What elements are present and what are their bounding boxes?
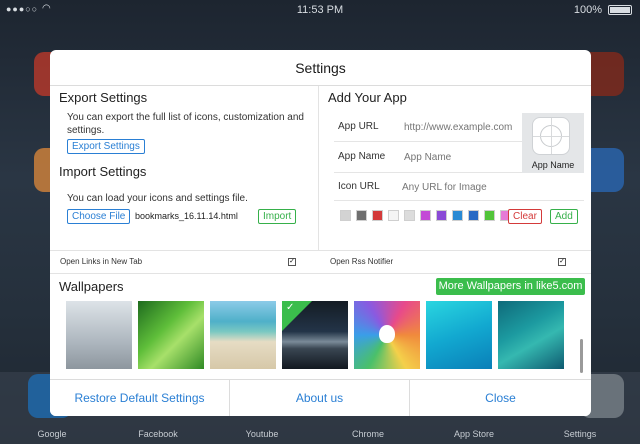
dock-label-app-store: App Store [453,429,495,439]
color-swatch[interactable] [468,210,479,221]
dock-label-google: Google [37,429,67,439]
color-swatch[interactable] [372,210,383,221]
wallpaper-thumbnail-selected[interactable]: ✓ [282,301,348,369]
dock-label-facebook: Facebook [138,429,178,439]
export-description: You can export the full list of icons, c… [67,112,304,136]
open-rss-checkbox[interactable]: ✓ [558,258,566,266]
settings-dialog: Settings Export Settings You can export … [50,50,591,416]
wallpaper-thumbnail[interactable] [210,301,276,369]
wallpapers-scrollbar[interactable] [580,339,583,373]
battery-icon [608,5,632,15]
color-swatch[interactable] [340,210,351,221]
status-bar: ●●●○○ ◠ 11:53 PM 100% [0,0,640,20]
import-heading: Import Settings [59,164,147,179]
open-rss-label: Open Rss Notifier [330,257,394,266]
wallpapers-heading: Wallpapers [59,279,124,294]
color-swatch[interactable] [452,210,463,221]
add-button[interactable]: Add [550,209,578,224]
choose-file-button[interactable]: Choose File [67,209,131,224]
about-us-button[interactable]: About us [230,379,409,416]
import-button[interactable]: Import [258,209,297,224]
form-divider [334,200,584,201]
app-url-label: App URL [338,121,379,132]
wallpaper-thumbnail[interactable] [138,301,204,369]
dock-label-settings: Settings [563,429,597,439]
battery-percent: 100% [573,4,602,16]
color-swatch[interactable] [404,210,415,221]
close-button[interactable]: Close [410,379,591,416]
restore-defaults-button[interactable]: Restore Default Settings [50,379,229,416]
app-url-input[interactable] [404,120,522,134]
color-swatch[interactable] [436,210,447,221]
options-divider [50,250,591,251]
app-icon-preview: App Name [522,113,584,173]
color-swatch[interactable] [420,210,431,221]
icon-url-label: Icon URL [338,181,380,192]
import-description: You can load your icons and settings fil… [67,193,248,204]
form-divider [334,172,522,173]
add-app-heading: Add Your App [328,90,407,105]
color-swatch[interactable] [388,210,399,221]
open-links-checkbox[interactable]: ✓ [288,258,296,266]
dock-label-chrome: Chrome [351,429,384,439]
dialog-title: Settings [50,50,591,86]
clear-button[interactable]: Clear [508,209,542,224]
app-name-input[interactable] [404,150,522,164]
column-divider [318,86,319,250]
color-swatch[interactable] [356,210,367,221]
form-divider [334,141,522,142]
wallpaper-thumbnail[interactable] [426,301,492,369]
apple-logo-icon [379,325,395,343]
more-wallpapers-button[interactable]: More Wallpapers in like5.com [436,278,585,295]
app-preview-label: App Name [531,160,575,170]
wallpaper-thumbnail[interactable] [66,301,132,369]
app-name-label: App Name [338,151,386,162]
selected-file-name: bookmarks_16.11.14.html [135,211,238,221]
wallpaper-thumbnail[interactable] [354,301,420,369]
color-swatch[interactable] [484,210,495,221]
dock-label-youtube: Youtube [245,429,279,439]
wallpapers-divider [50,273,591,274]
wallpaper-thumbnail[interactable] [498,301,564,369]
icon-url-input[interactable] [402,180,520,194]
placeholder-app-icon [532,117,570,155]
open-links-label: Open Links in New Tab [60,257,143,266]
status-time: 11:53 PM [296,4,344,16]
export-settings-button[interactable]: Export Settings [67,139,145,154]
check-icon: ✓ [286,302,295,313]
export-heading: Export Settings [59,90,148,105]
